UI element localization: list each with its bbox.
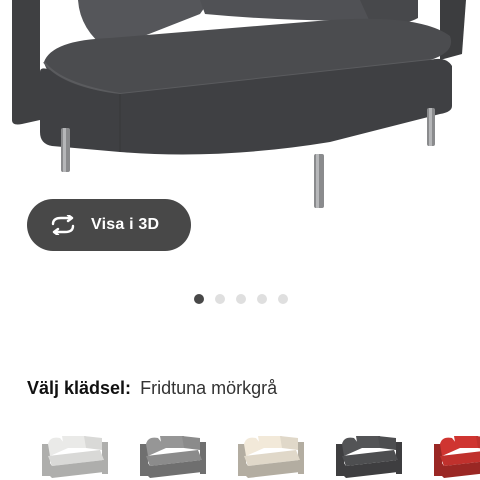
- product-image[interactable]: [0, 0, 480, 300]
- sofa-thumbnail: [434, 436, 480, 478]
- view-in-3d-button[interactable]: Visa i 3D: [27, 199, 191, 251]
- carousel-dot[interactable]: [215, 294, 225, 304]
- swatch-grey[interactable]: [136, 430, 210, 480]
- upholstery-selector-heading: Välj klädsel: Fridtuna mörkgrå: [27, 378, 277, 399]
- carousel-dot[interactable]: [278, 294, 288, 304]
- sofa-thumbnail: [336, 436, 402, 478]
- rotate-3d-icon: [49, 214, 79, 236]
- carousel-dot[interactable]: [236, 294, 246, 304]
- carousel-dot[interactable]: [194, 294, 204, 304]
- swatch-dark-grey[interactable]: [332, 430, 406, 480]
- carousel-indicator: [0, 294, 480, 304]
- product-page: Visa i 3D Välj klädsel: Fridtuna mörkgrå: [0, 0, 480, 480]
- view-in-3d-label: Visa i 3D: [91, 216, 160, 233]
- upholstery-value: Fridtuna mörkgrå: [140, 378, 278, 398]
- sofa-thumbnail: [140, 436, 206, 478]
- sofa-thumbnail: [238, 436, 304, 478]
- sofa-thumbnail: [42, 436, 108, 478]
- corner-sofa-image: [12, 0, 466, 208]
- swatch-red[interactable]: [430, 430, 480, 480]
- swatch-beige[interactable]: [234, 430, 308, 480]
- upholstery-label: Välj klädsel:: [27, 378, 132, 398]
- carousel-dot[interactable]: [257, 294, 267, 304]
- swatch-light-grey[interactable]: [38, 430, 112, 480]
- upholstery-swatches: [0, 430, 480, 480]
